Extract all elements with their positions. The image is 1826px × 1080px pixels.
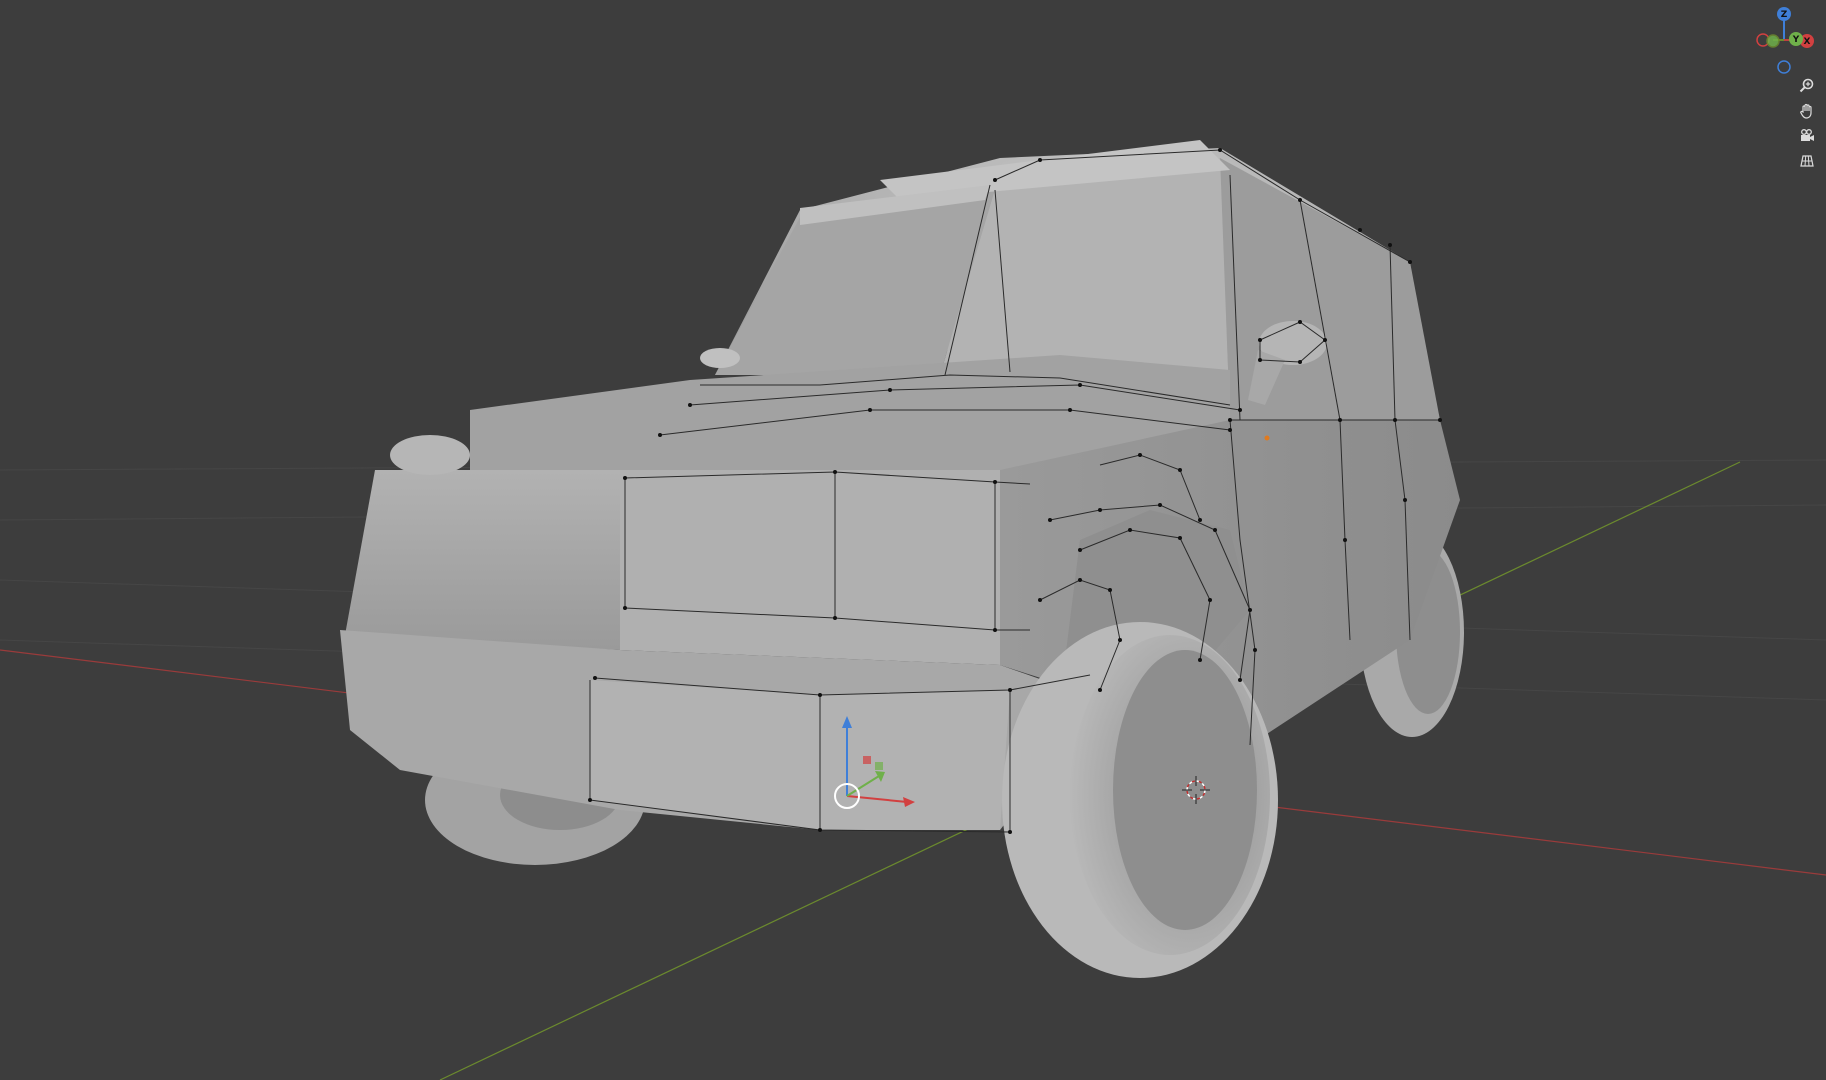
- gizmo-z-label: Z: [1781, 10, 1788, 20]
- zoom-button[interactable]: [1794, 73, 1820, 99]
- gizmo-neg-y-circle[interactable]: [1766, 34, 1780, 48]
- camera-icon: [1801, 129, 1814, 141]
- object-origin[interactable]: [1264, 435, 1270, 441]
- perspective-toggle-button[interactable]: [1794, 148, 1820, 174]
- scene-render[interactable]: [0, 0, 1826, 1080]
- magnifier-plus-icon: [1799, 78, 1814, 93]
- grid-icon: [1800, 155, 1814, 167]
- gizmo-neg-z-circle[interactable]: [1777, 60, 1791, 74]
- navigation-gizmo[interactable]: Z X Y: [1744, 6, 1826, 78]
- 3d-viewport[interactable]: Z X Y: [0, 0, 1826, 1080]
- camera-view-button[interactable]: [1794, 123, 1820, 149]
- gizmo-y-label: Y: [1792, 35, 1800, 45]
- gizmo-x-label: X: [1804, 37, 1811, 47]
- pan-button[interactable]: [1794, 98, 1820, 124]
- hand-icon: [1800, 103, 1812, 119]
